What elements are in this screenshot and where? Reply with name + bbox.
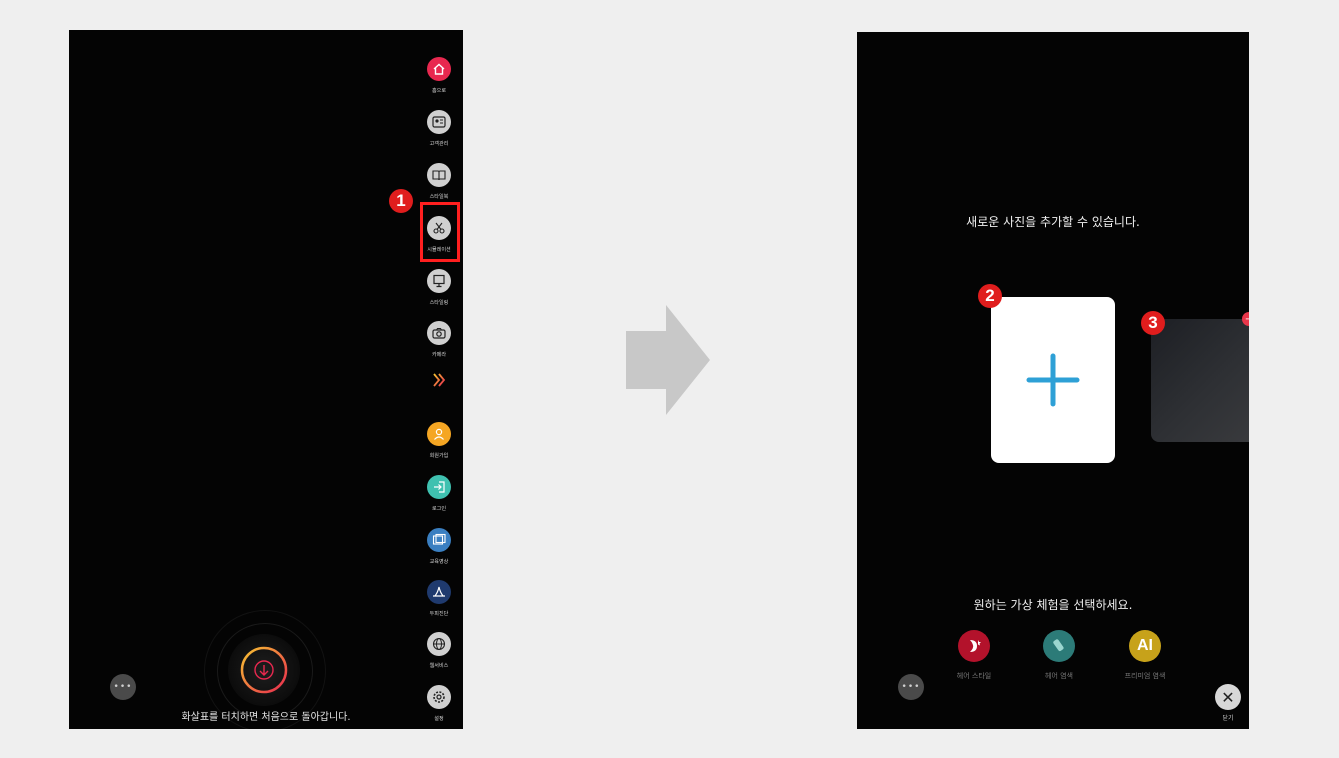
right-arrow-icon xyxy=(626,305,710,415)
sidebar-item-label: 두피진단 xyxy=(429,610,449,617)
sidebar-item-customer[interactable]: 고객관리 xyxy=(421,110,457,148)
return-hint-text: 화살표를 터치하면 처음으로 돌아갑니다. xyxy=(181,712,351,723)
home-icon xyxy=(427,57,451,81)
sidebar-item-signup[interactable]: 회원가입 xyxy=(421,422,457,460)
simulation-highlight-box xyxy=(420,202,460,262)
monitor-icon xyxy=(427,269,451,293)
experience-hair-style[interactable]: 헤어 스타일 xyxy=(934,630,1014,681)
more-button[interactable]: ••• xyxy=(110,674,136,700)
down-arrow-icon xyxy=(240,646,288,694)
step-badge-1: 1 xyxy=(389,189,413,213)
sidebar-item-label: 카메라 xyxy=(431,351,447,358)
right-app-screen: 새로운 사진을 추가할 수 있습니다. 2 − 3 원하는 가상 체험을 선택하… xyxy=(857,32,1249,729)
step-badge-3: 3 xyxy=(1141,311,1165,335)
sidebar-item-camera[interactable]: 카메라 xyxy=(421,321,457,359)
login-icon xyxy=(427,475,451,499)
settings-icon xyxy=(427,685,451,709)
sidebar-item-label: 교육영상 xyxy=(429,558,449,565)
sidebar-item-label: 스타일링 xyxy=(429,299,449,306)
ai-icon: AI xyxy=(1129,630,1161,662)
sidebar-item-education-video[interactable]: 교육영상 xyxy=(421,528,457,566)
photo-thumbnail-card[interactable] xyxy=(1151,319,1249,442)
experience-label: 프리미엄 염색 xyxy=(1124,672,1166,680)
sidebar-item-login[interactable]: 로그인 xyxy=(421,475,457,513)
experience-label: 헤어 스타일 xyxy=(956,672,992,680)
add-photo-card[interactable] xyxy=(991,297,1115,463)
customer-card-icon xyxy=(427,110,451,134)
sidebar-item-label: 스타일북 xyxy=(429,193,449,200)
sidebar-item-label: 회원가입 xyxy=(429,452,449,459)
close-label: 닫기 xyxy=(1222,715,1234,722)
sidebar-item-label: 웹서비스 xyxy=(429,662,449,669)
left-app-screen: 홈으로 고객관리 스타일북 시뮬레이션 스타일링 카메라 회원가입 로그인 교육… xyxy=(69,30,463,729)
plus-icon xyxy=(1026,353,1080,407)
video-icon xyxy=(427,528,451,552)
add-photo-title: 새로운 사진을 추가할 수 있습니다. xyxy=(966,215,1140,229)
step-badge-2: 2 xyxy=(978,284,1002,308)
remove-photo-icon[interactable]: − xyxy=(1242,312,1249,326)
home-return-button[interactable] xyxy=(228,634,300,706)
hair-dye-icon xyxy=(1043,630,1075,662)
camera-icon xyxy=(427,321,451,345)
sidebar-item-stylebook[interactable]: 스타일북 xyxy=(421,163,457,201)
sidebar-item-label: 로그인 xyxy=(431,505,447,512)
experience-premium-dye[interactable]: AI 프리미엄 염색 xyxy=(1105,630,1185,681)
close-button[interactable]: ✕ xyxy=(1215,684,1241,710)
scalp-icon xyxy=(427,580,451,604)
sidebar-item-home[interactable]: 홈으로 xyxy=(421,57,457,95)
sidebar-item-web-service[interactable]: 웹서비스 xyxy=(421,632,457,670)
book-icon xyxy=(427,163,451,187)
experience-label: 헤어 염색 xyxy=(1045,672,1073,680)
sidebar-item-label: 고객관리 xyxy=(429,140,449,147)
sidebar-expand-button[interactable] xyxy=(421,372,457,388)
sidebar-item-label: 홈으로 xyxy=(431,87,447,94)
hair-style-icon xyxy=(958,630,990,662)
globe-icon xyxy=(427,632,451,656)
double-chevron-right-icon xyxy=(433,373,446,387)
sidebar-item-scalp[interactable]: 두피진단 xyxy=(421,580,457,618)
experience-hair-dye[interactable]: 헤어 염색 xyxy=(1019,630,1099,681)
user-icon xyxy=(427,422,451,446)
more-button[interactable]: ••• xyxy=(898,674,924,700)
sidebar-item-styling[interactable]: 스타일링 xyxy=(421,269,457,307)
experience-prompt: 원하는 가상 체험을 선택하세요. xyxy=(973,598,1133,612)
